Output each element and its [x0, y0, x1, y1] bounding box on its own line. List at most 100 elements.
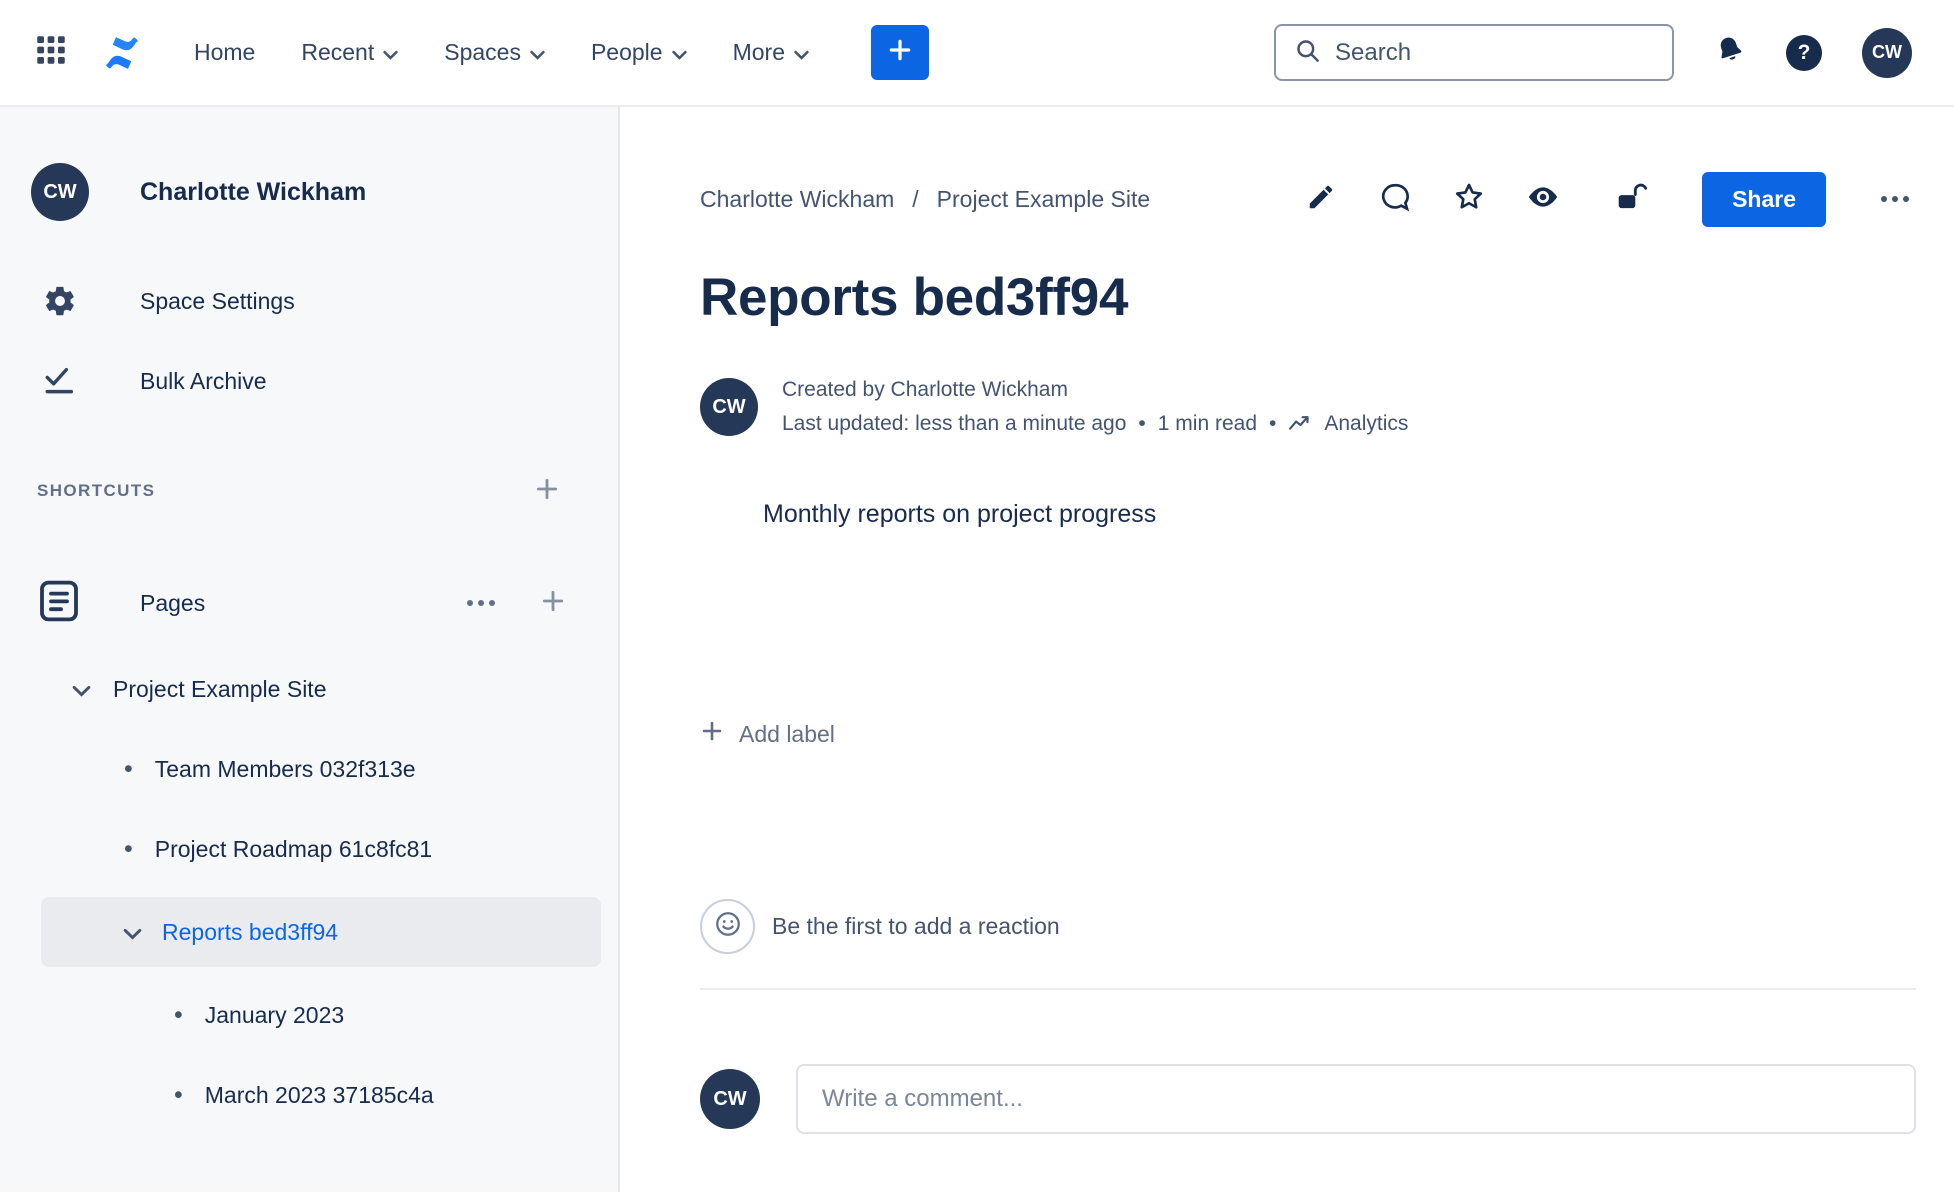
profile-avatar[interactable]: CW — [1862, 27, 1912, 78]
dot-separator: • — [1269, 412, 1277, 435]
analytics-chart-icon — [1288, 410, 1314, 438]
tree-item-reports-selected[interactable]: Reports bed3ff94 — [41, 897, 601, 967]
page-body-text: Monthly reports on project progress — [763, 500, 1157, 528]
author-avatar[interactable]: CW — [700, 378, 758, 436]
nav-right-cluster: CW — [1274, 24, 1912, 81]
tree-item-label: Project Roadmap 61c8fc81 — [154, 835, 433, 862]
breadcrumb-site-link[interactable]: Project Example Site — [937, 186, 1150, 213]
read-time-text: 1 min read — [1157, 412, 1257, 435]
page-tree: Project Example Site Team Members 032f31… — [0, 657, 618, 1127]
more-actions-button[interactable] — [1874, 178, 1916, 220]
nav-item-label: Spaces — [444, 39, 521, 65]
shortcuts-section: SHORTCUTS — [0, 471, 618, 511]
sidebar-item-pages[interactable]: Pages — [0, 575, 618, 631]
chevron-down-icon — [671, 39, 687, 66]
nav-item-label: More — [732, 39, 785, 65]
plus-icon — [540, 590, 566, 618]
add-shortcut-button[interactable] — [534, 476, 560, 507]
sidebar-item-space-settings[interactable]: Space Settings — [0, 261, 618, 341]
plus-icon — [700, 719, 724, 749]
tree-item-label: January 2023 — [204, 1001, 345, 1028]
breadcrumb-separator: / — [912, 185, 919, 212]
nav-item-label: Home — [194, 39, 256, 65]
comment-button[interactable] — [1374, 178, 1416, 220]
chevron-down-icon — [383, 39, 398, 66]
sidebar-item-bulk-archive[interactable]: Bulk Archive — [0, 341, 618, 421]
restrictions-button[interactable] — [1610, 178, 1652, 220]
sidebar-item-label: Bulk Archive — [140, 367, 267, 394]
ellipsis-icon — [1879, 190, 1911, 208]
nav-item-label: People — [590, 39, 663, 65]
nav-item-more[interactable]: More — [733, 39, 809, 66]
share-button[interactable]: Share — [1702, 171, 1826, 227]
speech-bubble-icon — [1379, 181, 1411, 218]
add-page-button[interactable] — [540, 588, 566, 619]
nav-item-people[interactable]: People — [591, 39, 687, 66]
nav-item-spaces[interactable]: Spaces — [444, 39, 545, 66]
created-by-text: Created by Charlotte Wickham — [782, 378, 1068, 401]
notifications-button[interactable] — [1714, 34, 1746, 71]
primary-nav-menu: Home Recent Spaces People More — [194, 39, 809, 66]
content-divider — [700, 988, 1916, 990]
add-label-button[interactable]: Add label — [700, 719, 835, 749]
nav-item-label: Recent — [301, 39, 375, 65]
page-actions: Share — [1300, 171, 1916, 227]
tree-item-label: Team Members 032f313e — [154, 755, 416, 782]
tree-item-project-example-site[interactable]: Project Example Site — [0, 657, 618, 721]
unlock-icon — [1615, 182, 1648, 217]
pencil-icon — [1306, 182, 1336, 217]
confluence-logo-icon[interactable] — [98, 35, 146, 71]
gear-icon — [31, 284, 89, 318]
search-box[interactable] — [1274, 24, 1674, 81]
plus-icon — [534, 478, 560, 506]
space-avatar: CW — [31, 163, 89, 221]
comment-input[interactable] — [796, 1064, 1916, 1134]
space-sidebar: CW Charlotte Wickham Space Settings Bulk… — [0, 107, 620, 1192]
shortcuts-heading: SHORTCUTS — [37, 481, 156, 500]
tree-item-label: March 2023 37185c4a — [204, 1081, 434, 1108]
chevron-down-icon — [123, 919, 142, 946]
chevron-down-icon — [794, 39, 809, 66]
star-button[interactable] — [1448, 178, 1490, 220]
bullet-icon — [174, 1003, 183, 1028]
app-switcher-button[interactable] — [36, 35, 66, 70]
grid-icon — [36, 35, 66, 70]
reaction-section: Be the first to add a reaction — [700, 899, 1916, 954]
search-input[interactable] — [1335, 38, 1654, 67]
add-reaction-button[interactable] — [700, 899, 755, 954]
bell-icon — [1714, 37, 1746, 70]
dot-separator: • — [1138, 412, 1146, 435]
commenter-avatar: CW — [700, 1069, 760, 1129]
chevron-down-icon — [530, 39, 545, 66]
top-navigation-bar: Home Recent Spaces People More Search ? … — [0, 0, 1954, 107]
tree-item-label: Project Example Site — [113, 675, 327, 702]
create-button[interactable] — [870, 25, 929, 80]
comment-section: CW — [700, 1064, 1916, 1134]
analytics-label: Analytics — [1324, 412, 1409, 435]
reaction-prompt: Be the first to add a reaction — [772, 913, 1060, 939]
bullet-icon — [124, 837, 133, 862]
pages-more-button[interactable] — [466, 594, 496, 612]
bullet-icon — [124, 757, 133, 782]
tree-item-team-members[interactable]: Team Members 032f313e — [0, 737, 618, 801]
analytics-link[interactable]: Analytics — [1288, 410, 1408, 438]
tree-item-march-2023[interactable]: March 2023 37185c4a — [0, 1063, 618, 1127]
nav-item-recent[interactable]: Recent — [301, 39, 398, 66]
tree-item-project-roadmap[interactable]: Project Roadmap 61c8fc81 — [0, 817, 618, 881]
space-name: Charlotte Wickham — [140, 177, 367, 206]
sidebar-item-label: Space Settings — [140, 287, 295, 314]
question-icon — [1786, 34, 1822, 71]
edit-button[interactable] — [1300, 178, 1342, 220]
last-updated-text[interactable]: Last updated: less than a minute ago — [782, 412, 1126, 436]
help-button[interactable] — [1786, 34, 1822, 71]
watch-button[interactable] — [1522, 178, 1564, 220]
space-header[interactable]: CW Charlotte Wickham — [0, 163, 618, 221]
add-label-text: Add label — [739, 720, 835, 747]
nav-item-home[interactable]: Home — [194, 39, 255, 66]
breadcrumb-space-link[interactable]: Charlotte Wickham — [700, 186, 894, 213]
byline: CW Created by Charlotte Wickham Last upd… — [700, 378, 1916, 438]
search-icon — [1294, 37, 1321, 69]
star-icon — [1453, 181, 1485, 218]
page-content: Charlotte Wickham / Project Example Site — [620, 107, 1954, 1192]
tree-item-january-2023[interactable]: January 2023 — [0, 983, 618, 1047]
